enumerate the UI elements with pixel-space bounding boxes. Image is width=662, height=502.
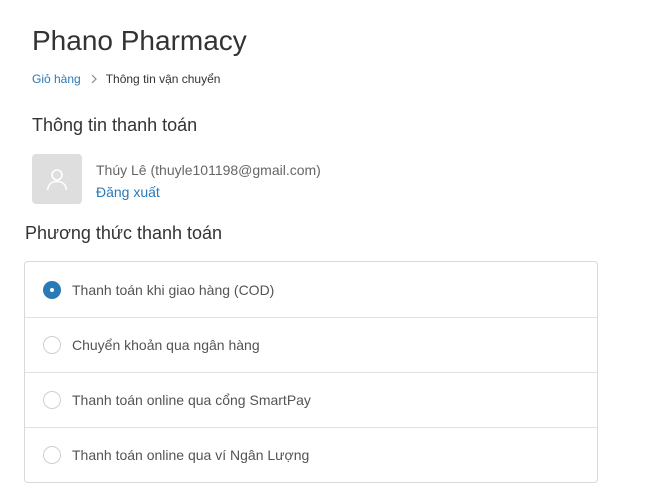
avatar: [32, 154, 82, 204]
breadcrumb-current: Thông tin vận chuyển: [105, 72, 221, 86]
breadcrumb: Giỏ hàng Thông tin vận chuyển: [32, 71, 220, 87]
account-user-text: Thúy Lê (thuyle101198@gmail.com): [96, 162, 321, 178]
payment-method-bank-transfer[interactable]: Chuyển khoản qua ngân hàng: [25, 317, 597, 372]
checkout-page: Phano Pharmacy Giỏ hàng Thông tin vận ch…: [0, 0, 662, 502]
payment-method-label: Thanh toán online qua ví Ngân Lượng: [72, 447, 310, 463]
payment-method-smartpay[interactable]: Thanh toán online qua cổng SmartPay: [25, 372, 597, 427]
payment-method-label: Thanh toán khi giao hàng (COD): [72, 281, 275, 298]
account-summary: Thúy Lê (thuyle101198@gmail.com) Đăng xu…: [32, 154, 321, 204]
payment-method-title: Phương thức thanh toán: [25, 223, 223, 243]
payment-method-list: Thanh toán khi giao hàng (COD) Chuyển kh…: [24, 261, 598, 483]
radio-button-bank-transfer[interactable]: [43, 336, 61, 354]
shop-title[interactable]: Phano Pharmacy: [32, 24, 247, 58]
payment-method-nganluong[interactable]: Thanh toán online qua ví Ngân Lượng: [25, 427, 597, 482]
radio-button-cod[interactable]: [43, 280, 61, 299]
breadcrumb-cart-link[interactable]: Giỏ hàng: [32, 71, 81, 87]
payment-method-label: Chuyển khoản qua ngân hàng: [72, 337, 260, 353]
logout-link[interactable]: Đăng xuất: [96, 183, 160, 201]
account-info: Thúy Lê (thuyle101198@gmail.com) Đăng xu…: [96, 154, 321, 202]
payment-method-cod[interactable]: Thanh toán khi giao hàng (COD): [25, 262, 597, 317]
radio-button-smartpay[interactable]: [43, 391, 61, 409]
billing-section-title: Thông tin thanh toán: [32, 115, 198, 135]
user-icon: [46, 169, 68, 191]
payment-method-label: Thanh toán online qua cổng SmartPay: [72, 392, 311, 408]
radio-button-nganluong[interactable]: [43, 446, 61, 464]
chevron-right-icon: [91, 74, 97, 84]
